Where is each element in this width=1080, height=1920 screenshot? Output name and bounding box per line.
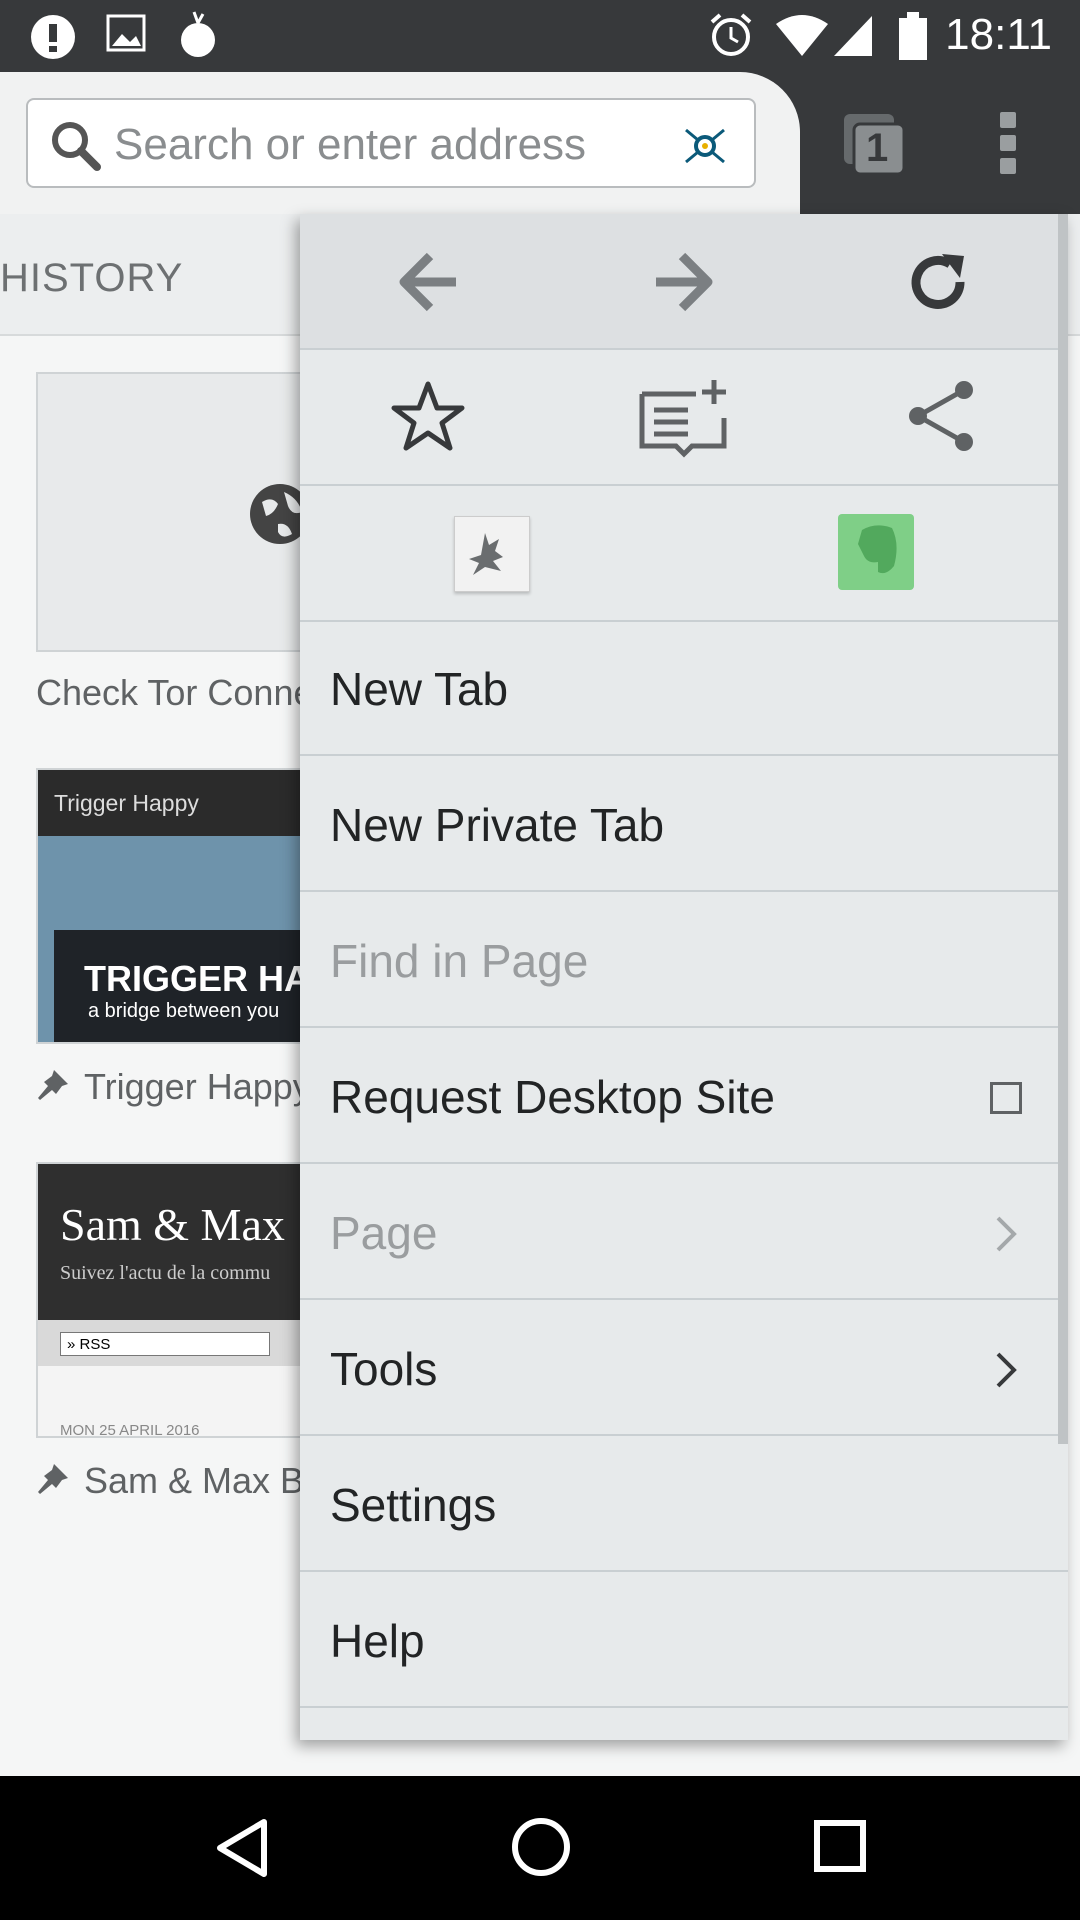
thumb-date: MON 25 APRIL 2016 [60,1422,200,1438]
thumb-subtitle: Suivez l'actu de la commu [60,1262,271,1284]
evernote-icon[interactable] [838,514,914,590]
url-bar[interactable]: Search or enter address [26,98,756,188]
share-icon[interactable] [904,378,980,454]
orbot-notification-icon [181,11,215,57]
kangaroo-glyph-icon [469,533,503,575]
star-icon[interactable] [390,378,466,454]
battery-icon [899,12,927,60]
menu-item-label: New Private Tab [330,799,665,851]
menu-item-label: Find in Page [330,935,589,987]
menu-item-settings[interactable]: Settings [300,1438,1068,1572]
desktop-site-checkbox[interactable] [990,1082,1022,1114]
tile-caption[interactable]: Sam & Max Bl [84,1460,312,1502]
back-arrow-icon[interactable] [396,250,460,314]
thumb-select: » RSS [60,1332,270,1356]
status-bar: 18:11 [0,0,1080,72]
menu-item-tools[interactable]: Tools [300,1302,1068,1436]
tile-caption[interactable]: Trigger Happy [84,1066,311,1108]
system-nav-bar [0,1776,1080,1920]
menu-item-label: Settings [330,1479,497,1531]
kangaroo-addon-icon[interactable] [454,516,530,592]
menu-item-new-private-tab[interactable]: New Private Tab [300,758,1068,892]
tor-onion-icon[interactable] [682,122,728,168]
notification-icon [31,15,75,59]
status-time: 18:11 [945,10,1052,59]
wifi-icon [776,15,828,56]
overflow-menu: New Tab New Private Tab Find in Page Req… [300,214,1068,1740]
top-site-tile-sam-max[interactable]: Sam & Max Suivez l'actu de la commu » RS… [36,1162,336,1438]
overflow-menu-icon [1000,112,1016,174]
thumb-title: Sam & Max [60,1199,285,1250]
home-nav-icon[interactable] [510,1816,572,1878]
pin-icon [38,1464,68,1494]
overflow-menu-button[interactable] [990,108,1026,178]
tabs-button[interactable]: 1 [840,110,908,176]
thumb-title: TRIGGER HA [84,958,311,999]
cellular-signal-icon [834,16,872,56]
menu-item-request-desktop-site[interactable]: Request Desktop Site [300,1030,1068,1164]
addons-row [300,486,1068,622]
alarm-icon [710,13,752,56]
search-input[interactable]: Search or enter address [114,120,586,170]
reload-icon[interactable] [908,250,972,314]
tab-history[interactable]: HISTORY [0,256,183,301]
menu-item-label: Help [330,1615,425,1667]
recents-nav-icon[interactable] [812,1818,868,1874]
menu-item-label: Request Desktop Site [330,1071,775,1123]
forward-arrow-icon[interactable] [652,250,716,314]
thumb-subtitle: a bridge between you [88,1000,280,1022]
thumb-header: Trigger Happy [54,790,199,816]
menu-scrollbar[interactable] [1058,214,1068,1444]
reading-list-add-icon[interactable] [636,374,732,458]
pin-icon [38,1070,68,1100]
menu-item-label: Tools [330,1343,438,1395]
chevron-right-icon [996,1352,1017,1388]
menu-item-find-in-page[interactable]: Find in Page [300,894,1068,1028]
menu-item-label: Page [330,1207,438,1259]
back-nav-icon[interactable] [212,1816,272,1880]
chevron-right-icon [996,1216,1017,1252]
navigation-row [300,214,1068,350]
menu-item-label: New Tab [330,663,509,715]
top-site-tile-tor-check[interactable] [36,372,336,652]
image-notification-icon [106,14,146,52]
tile-caption[interactable]: Check Tor Conne [36,672,314,714]
tab-count: 1 [866,126,889,170]
menu-item-help[interactable]: Help [300,1574,1068,1708]
search-icon [52,122,101,171]
page-actions-row [300,350,1068,486]
menu-item-page[interactable]: Page [300,1166,1068,1300]
top-site-tile-trigger-happy[interactable]: Trigger Happy TRIGGER HA a bridge betwee… [36,768,336,1044]
elephant-glyph-icon [858,525,897,574]
menu-item-new-tab[interactable]: New Tab [300,622,1068,756]
